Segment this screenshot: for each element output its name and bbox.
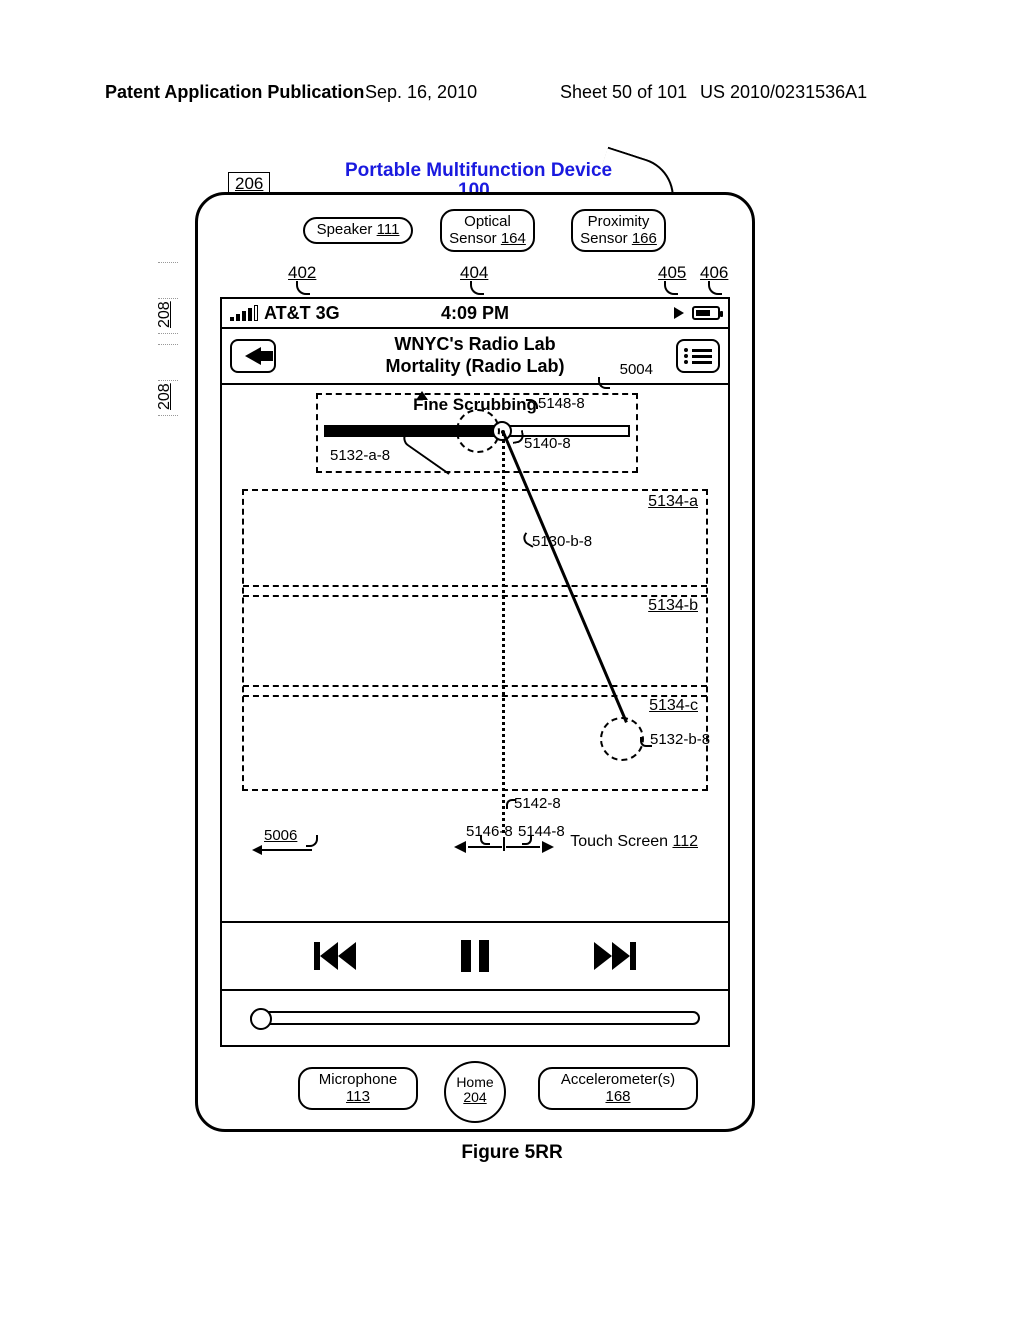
vertical-guide-line (502, 433, 505, 833)
pause-button[interactable] (461, 940, 489, 972)
speaker-label: Speaker 111 (303, 217, 413, 244)
ref-5134-c: 5134-c (649, 697, 698, 715)
ref-5134-b: 5134-b (648, 597, 698, 615)
nav-bar: WNYC's Radio Lab Mortality (Radio Lab) 5… (222, 329, 728, 385)
volume-row (222, 991, 728, 1047)
touch-screen-label: Touch Screen 112 (570, 833, 698, 851)
device-bottom-row: Microphone113 Home204 Accelerometer(s)16… (198, 1057, 752, 1121)
hook-406 (708, 281, 722, 295)
hook-5146 (480, 835, 490, 845)
signal-icon (230, 305, 258, 321)
zone-divider-b2 (243, 595, 707, 597)
ref-402: 402 (288, 263, 316, 283)
ref-5142-8: 5142-8 (514, 795, 561, 812)
playback-controls (222, 921, 728, 991)
ref-406: 406 (700, 263, 728, 283)
volume-track[interactable] (250, 1011, 700, 1025)
ref-5140-8: 5140-8 (524, 435, 571, 452)
zone-divider-c2 (243, 695, 707, 697)
touch-screen[interactable]: AT&T 3G 4:09 PM WNYC's Radio Lab Mortali… (220, 297, 730, 1047)
hook-5142 (506, 799, 516, 809)
ref-5148-8: 5148-8 (538, 395, 585, 412)
ref-5134-a: 5134-a (648, 493, 698, 511)
hook-5132b (640, 737, 652, 747)
device-title: Portable Multifunction Device (345, 160, 612, 182)
proximity-sensor-label: Proximity Sensor 166 (571, 209, 666, 252)
carrier-label: AT&T 3G (264, 303, 340, 324)
play-indicator-icon (674, 307, 684, 319)
zone-divider-c1 (243, 685, 707, 687)
hook-402 (296, 281, 310, 295)
touch-end-circle (600, 717, 644, 761)
arrow-5006 (252, 845, 312, 855)
figure-caption: Figure 5RR (461, 1142, 562, 1164)
nav-title-line2: Mortality (Radio Lab) (386, 356, 565, 378)
bidir-arrow (454, 841, 554, 853)
back-arrow-icon (245, 347, 261, 365)
header-pub: Patent Application Publication (105, 82, 364, 102)
ref-5132-b-8: 5132-b-8 (650, 731, 710, 748)
volume-knob[interactable] (250, 1008, 272, 1030)
ref-208-b: 208 (156, 383, 174, 410)
previous-button[interactable] (314, 942, 356, 970)
clock: 4:09 PM (441, 303, 509, 324)
hook-405 (664, 281, 678, 295)
microphone-label: Microphone113 (298, 1067, 418, 1110)
ref-5004: 5004 (620, 361, 653, 379)
ref-208-a: 208 (156, 301, 174, 328)
nav-title-line1: WNYC's Radio Lab (386, 334, 565, 356)
battery-icon (692, 306, 720, 320)
zone-divider-b1 (243, 585, 707, 587)
accelerometer-label: Accelerometer(s)168 (538, 1067, 698, 1110)
header-date: Sep. 16, 2010 (365, 82, 477, 103)
page-header: Patent Application Publication Sep. 16, … (105, 82, 924, 106)
ref-5130-b-8: 5130-b-8 (532, 533, 592, 550)
touch-start-circle (456, 409, 500, 453)
ref-405: 405 (658, 263, 686, 283)
hook-404 (470, 281, 484, 295)
ref-5132-a-8: 5132-a-8 (330, 447, 390, 464)
device-outline: Speaker 111 Optical Sensor 164 Proximity… (195, 192, 755, 1132)
header-pubno: US 2010/0231536A1 (700, 82, 867, 103)
status-bar: AT&T 3G 4:09 PM (222, 299, 728, 329)
content-area[interactable]: Fine Scrubbing 5148-8 5140-8 5132-a-8 51… (222, 385, 728, 921)
header-sheet: Sheet 50 of 101 (560, 82, 687, 103)
next-button[interactable] (594, 942, 636, 970)
ref-404: 404 (460, 263, 488, 283)
home-button[interactable]: Home204 (444, 1061, 506, 1123)
back-button[interactable] (230, 339, 276, 373)
device-top-row: Speaker 111 Optical Sensor 164 Proximity… (198, 209, 752, 259)
ref-5006: 5006 (264, 827, 297, 844)
optical-sensor-label: Optical Sensor 164 (440, 209, 535, 252)
list-button[interactable] (676, 339, 720, 373)
